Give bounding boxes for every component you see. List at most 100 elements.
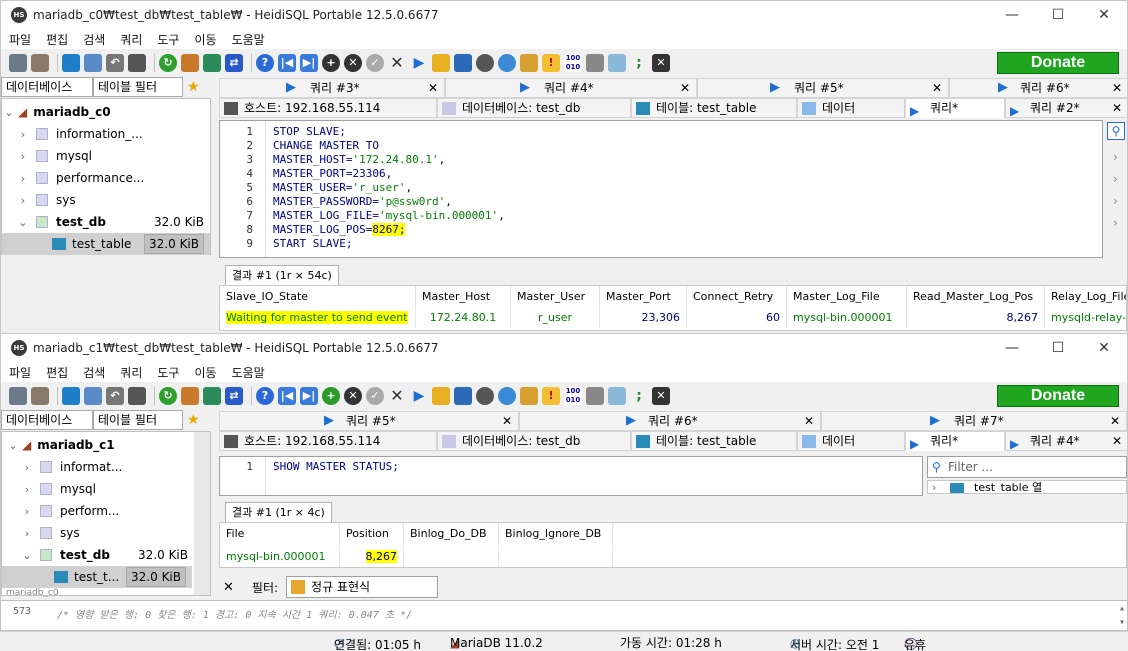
minimize-button[interactable]: — [989, 334, 1035, 362]
tab-query-6[interactable]: ▶ 쿼리 #6* ✕ [519, 411, 821, 431]
column-header[interactable]: Master_User [511, 286, 600, 308]
column-header[interactable]: Relay_Log_File [1045, 286, 1126, 308]
tree-table-test[interactable]: test_t... 32.0 KiB [2, 566, 192, 588]
menu-file[interactable]: 파일 [9, 31, 31, 48]
delete-icon[interactable]: ✕ [344, 54, 362, 72]
semicolon-icon[interactable]: ; [630, 54, 648, 72]
table-row[interactable]: Waiting for master to send event 172.24.… [220, 308, 1126, 328]
undo-icon[interactable]: ↶ [106, 387, 124, 405]
tree-db-test[interactable]: ⌄ test_db 32.0 KiB [2, 211, 210, 233]
column-header[interactable]: Binlog_Ignore_DB [499, 523, 613, 545]
find-icon[interactable] [476, 387, 494, 405]
helper-tree[interactable]: › test_table 열 [927, 480, 1127, 494]
add-icon[interactable]: + [322, 387, 340, 405]
maximize-button[interactable]: ☐ [1035, 1, 1081, 29]
check-icon[interactable]: ✓ [366, 387, 384, 405]
close-filter-icon[interactable]: ✕ [223, 580, 234, 595]
menu-query[interactable]: 쿼리 [120, 31, 142, 48]
menu-edit[interactable]: 편집 [46, 31, 68, 48]
connect-icon[interactable] [9, 54, 27, 72]
tab-query-2[interactable]: ▶ 쿼리 #2* ✕ [1005, 98, 1127, 118]
tab-query-4[interactable]: ▶ 쿼리 #4* ✕ [445, 78, 697, 98]
tab-table[interactable]: 테이블: test_table [631, 431, 797, 451]
menu-tools[interactable]: 도구 [157, 364, 179, 381]
disconnect-icon[interactable] [31, 387, 49, 405]
close-button[interactable]: ✕ [1081, 1, 1127, 29]
tab-query-7[interactable]: ▶ 쿼리 #7* ✕ [821, 411, 1127, 431]
save-icon[interactable] [454, 54, 472, 72]
filter-input[interactable]: ⚲ Filter ... [927, 456, 1127, 478]
first-icon[interactable]: |◀ [278, 54, 296, 72]
last-icon[interactable]: ▶| [300, 387, 318, 405]
result-tab[interactable]: 결과 #1 (1r × 54c) [225, 265, 339, 285]
tree-db-test[interactable]: ⌄ test_db 32.0 KiB [2, 544, 210, 566]
user-manager-icon[interactable] [181, 54, 199, 72]
delete-icon[interactable]: ✕ [344, 387, 362, 405]
sync-icon[interactable]: ⇄ [225, 387, 243, 405]
tab-query-5[interactable]: ▶ 쿼리 #5* ✕ [219, 411, 519, 431]
close-button[interactable]: ✕ [1081, 334, 1127, 362]
column-header[interactable]: Position [340, 523, 404, 545]
wrap-icon[interactable] [586, 387, 604, 405]
tab-table-filter[interactable]: 테이블 필터 [93, 410, 183, 430]
format-icon[interactable] [608, 387, 626, 405]
binary-icon[interactable]: 100 010 [564, 54, 582, 72]
tree-db-information[interactable]: › information_... [2, 123, 210, 145]
column-header[interactable]: Binlog_Do_DB [404, 523, 499, 545]
cancel-icon[interactable]: ✕ [388, 387, 406, 405]
star-icon[interactable]: ★ [187, 412, 200, 428]
tree-db-sys[interactable]: › sys [2, 522, 210, 544]
result-tab[interactable]: 결과 #1 (1r × 4c) [225, 502, 332, 522]
column-header[interactable]: Master_Host [416, 286, 511, 308]
tab-query[interactable]: ▶ 쿼리* [905, 98, 1005, 118]
help-icon[interactable]: ? [256, 54, 274, 72]
tab-database-detail[interactable]: 데이터베이스: test_db [437, 98, 631, 118]
menu-help[interactable]: 도움말 [232, 31, 265, 48]
tab-host[interactable]: 호스트: 192.168.55.114 [219, 98, 437, 118]
search-icon[interactable]: ⚲ [1107, 122, 1125, 140]
tab-host[interactable]: 호스트: 192.168.55.114 [219, 431, 437, 451]
menu-file[interactable]: 파일 [9, 364, 31, 381]
scroll-up-icon[interactable]: ▴ [1119, 603, 1125, 614]
close-tab-icon[interactable]: ✕ [652, 54, 670, 72]
table-row[interactable]: mysql-bin.000001 8,267 [220, 547, 613, 567]
menu-help[interactable]: 도움말 [232, 364, 265, 381]
donate-button[interactable]: Donate [997, 385, 1119, 407]
tab-query-6[interactable]: ▶ 쿼리 #6* ✕ [949, 78, 1127, 98]
menu-tools[interactable]: 도구 [157, 31, 179, 48]
open-folder-icon[interactable] [432, 387, 450, 405]
tab-query-5[interactable]: ▶ 쿼리 #5* ✕ [697, 78, 949, 98]
tree-server-next[interactable]: mariadb_c0 [2, 588, 210, 597]
broom-icon[interactable] [520, 387, 538, 405]
replace-icon[interactable] [498, 387, 516, 405]
tab-table[interactable]: 테이블: test_table [631, 98, 797, 118]
tab-table-filter[interactable]: 테이블 필터 [93, 77, 183, 97]
export-icon[interactable] [203, 54, 221, 72]
tree-scrollbar[interactable] [194, 432, 210, 595]
close-tab-icon[interactable]: ✕ [652, 387, 670, 405]
menu-go[interactable]: 이동 [194, 364, 216, 381]
run-icon[interactable]: ▶ [410, 387, 428, 405]
user-manager-icon[interactable] [181, 387, 199, 405]
donate-button[interactable]: Donate [997, 52, 1119, 74]
tab-query-4[interactable]: ▶ 쿼리 #4* ✕ [1005, 431, 1127, 451]
tree-db-performance[interactable]: › perform... [2, 500, 210, 522]
print-icon[interactable] [128, 54, 146, 72]
tree-db-sys[interactable]: › sys [2, 189, 210, 211]
chevron-right-icon[interactable]: › [1113, 216, 1118, 230]
tree-db-mysql[interactable]: › mysql [2, 478, 210, 500]
column-header[interactable]: Master_Port [600, 286, 687, 308]
check-icon[interactable]: ✓ [366, 54, 384, 72]
sync-icon[interactable]: ⇄ [225, 54, 243, 72]
tab-query[interactable]: ▶ 쿼리* [905, 431, 1005, 451]
regex-filter-input[interactable]: 정규 표현식 [286, 576, 439, 598]
copy-icon[interactable] [62, 54, 80, 72]
tab-data[interactable]: 데이터 [797, 431, 905, 451]
tree-db-performance[interactable]: › performance... [2, 167, 210, 189]
tab-query-3[interactable]: ▶ 쿼리 #3* ✕ [219, 78, 445, 98]
menu-edit[interactable]: 편집 [46, 364, 68, 381]
minimize-button[interactable]: — [989, 1, 1035, 29]
column-header[interactable]: Connect_Retry [687, 286, 787, 308]
warning-icon[interactable]: ! [542, 387, 560, 405]
find-icon[interactable] [476, 54, 494, 72]
